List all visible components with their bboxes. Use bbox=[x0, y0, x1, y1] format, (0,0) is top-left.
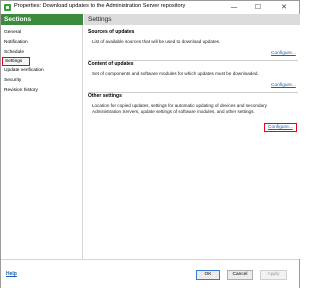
minimize-button[interactable]: — bbox=[223, 1, 245, 14]
maximize-button[interactable]: ☐ bbox=[247, 1, 269, 14]
sidebar-item-revision-history[interactable]: Revision history bbox=[2, 86, 38, 95]
section-title: Sources of updates bbox=[88, 29, 135, 35]
section-title: Other settings bbox=[88, 93, 122, 99]
sections-sidebar: Sections General Notification Schedule S… bbox=[1, 14, 83, 259]
sidebar-header: Sections bbox=[1, 14, 83, 25]
section-title: Content of updates bbox=[88, 61, 134, 67]
sources-of-updates-section: Sources of updates List of available sou… bbox=[88, 29, 298, 45]
ok-button[interactable]: OK bbox=[196, 270, 220, 280]
section-description: Set of components and software modules f… bbox=[92, 71, 259, 76]
configure-content-link[interactable]: Configure... bbox=[271, 83, 296, 88]
sidebar-item-settings[interactable]: Settings bbox=[2, 57, 30, 66]
sidebar-item-update-verification[interactable]: Update verification bbox=[2, 66, 44, 75]
sidebar-item-security[interactable]: Security bbox=[2, 76, 30, 85]
apply-button[interactable]: Apply bbox=[260, 270, 287, 280]
close-button[interactable]: ✕ bbox=[273, 1, 295, 14]
settings-panel: Settings Sources of updates List of avai… bbox=[84, 14, 300, 259]
panel-title: Settings bbox=[84, 14, 300, 25]
sidebar-item-schedule[interactable]: Schedule bbox=[2, 48, 30, 57]
cancel-button[interactable]: Cancel bbox=[227, 270, 253, 280]
other-settings-section: Other settings Location for copied updat… bbox=[88, 93, 298, 115]
sidebar-item-notification[interactable]: Notification bbox=[2, 38, 30, 47]
section-description: List of available sources that will be u… bbox=[92, 39, 221, 44]
properties-dialog: Properties: Download updates to the Admi… bbox=[0, 0, 300, 288]
app-icon bbox=[4, 4, 11, 11]
configure-sources-link[interactable]: Configure... bbox=[271, 51, 296, 56]
section-description: Location for copied updates, settings fo… bbox=[92, 103, 267, 114]
dialog-footer: Help OK Cancel Apply bbox=[1, 259, 299, 288]
configure-other-settings-link[interactable]: Configure... bbox=[264, 123, 297, 132]
window-title: Properties: Download updates to the Admi… bbox=[14, 3, 186, 9]
title-bar: Properties: Download updates to the Admi… bbox=[1, 1, 299, 14]
sidebar-item-general[interactable]: General bbox=[2, 28, 30, 37]
content-of-updates-section: Content of updates Set of components and… bbox=[88, 61, 298, 77]
help-link[interactable]: Help bbox=[6, 271, 17, 277]
